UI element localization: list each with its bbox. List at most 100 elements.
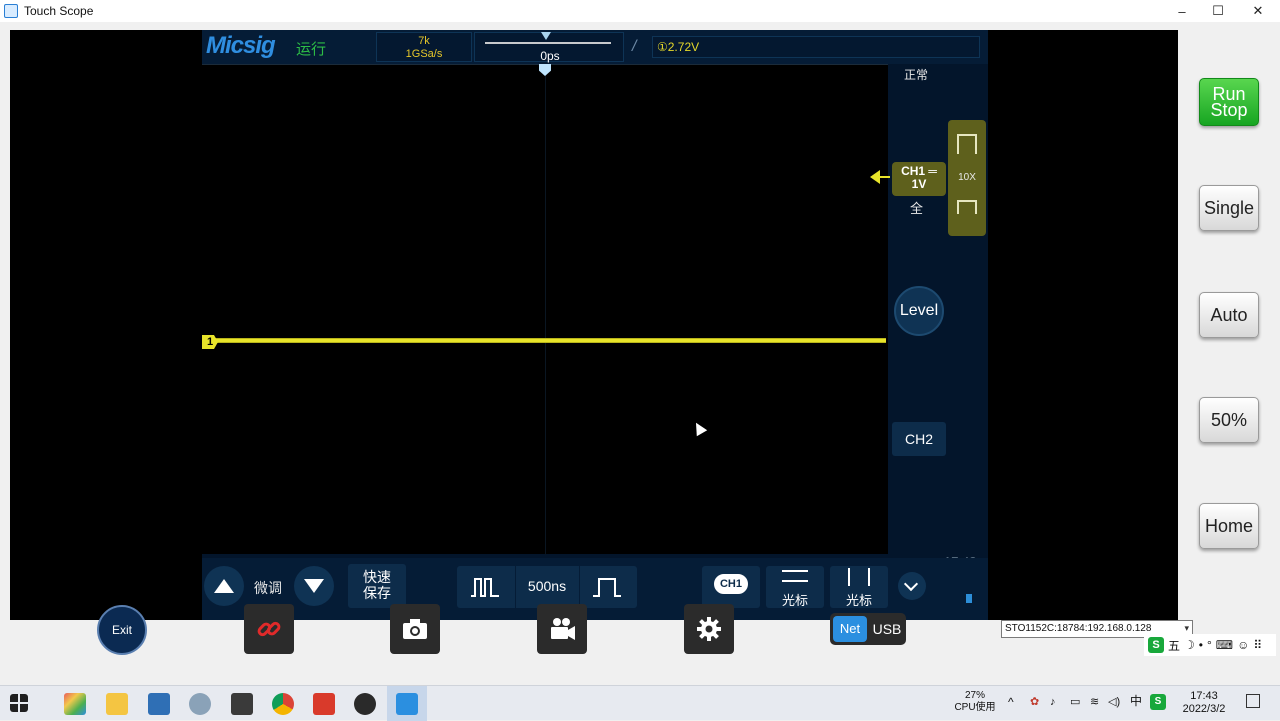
run-stop-button[interactable]: Run Stop (1199, 78, 1259, 126)
horizontal-cursor-button[interactable]: 光标 (766, 566, 824, 608)
position-marker-icon (541, 32, 551, 40)
fullwidth-icon[interactable]: ° (1207, 638, 1212, 652)
timebase-decrease-icon[interactable] (471, 577, 499, 597)
volume-icon[interactable]: ◁) (1108, 696, 1120, 708)
trigger-slope-icon[interactable]: / (632, 38, 636, 56)
run-state[interactable]: 运行 (296, 38, 326, 59)
battery-tray-icon[interactable]: ▭ (1070, 696, 1080, 708)
notification-icon[interactable] (1246, 694, 1260, 708)
shuffle-app-icon[interactable] (231, 693, 253, 715)
acquisition-info[interactable]: 7k 1GSa/s (376, 32, 472, 62)
disconnect-button[interactable] (244, 604, 294, 654)
tray-app-icon[interactable]: ✿ (1030, 696, 1039, 708)
brand-logo: Micsig (206, 32, 276, 59)
clock-time: 17:43 (1190, 690, 1218, 702)
net-option[interactable]: Net (833, 616, 867, 642)
channel-panel: 正常 CH1 ═ 1V 全 10X Level CH2 17:43 (870, 64, 988, 569)
grid-menu-icon[interactable]: ⠿ (1253, 638, 1262, 652)
vertical-cursor-button[interactable]: 光标 (830, 566, 888, 608)
windows-start-icon[interactable] (10, 694, 28, 712)
punctuation-icon[interactable]: • (1199, 638, 1203, 652)
taskbar-active-app[interactable] (387, 686, 427, 721)
ch2-button[interactable]: CH2 (892, 422, 946, 456)
vertical-cursor-label: 光标 (845, 593, 872, 608)
sogou-ime-icon[interactable]: S (1148, 637, 1164, 653)
home-button[interactable]: Home (1199, 503, 1259, 549)
file-explorer-icon[interactable] (106, 693, 128, 715)
connection-toggle: Net USB (830, 613, 906, 645)
maximize-button[interactable]: ☐ (1198, 0, 1238, 22)
emoji-icon[interactable]: ☺ (1237, 638, 1249, 652)
video-camera-icon (551, 618, 575, 640)
microphone-icon[interactable]: ♪ (1050, 696, 1056, 708)
fine-down-button[interactable] (294, 566, 334, 606)
cpu-usage: 27% CPU使用 (950, 690, 1000, 714)
ch1-offset-marker[interactable]: 1 (202, 335, 218, 349)
sogou-tray-icon[interactable]: S (1150, 694, 1166, 710)
pulse-down-icon[interactable] (957, 200, 977, 214)
center-gridline (545, 65, 546, 555)
taskbar-clock[interactable]: 17:43 2022/3/2 (1176, 690, 1232, 716)
auto-button[interactable]: Auto (1199, 292, 1259, 338)
waveform-display[interactable]: 1 (202, 64, 888, 555)
ch1-select-button[interactable]: CH1 (702, 566, 760, 608)
horizontal-position[interactable]: 0ps (474, 32, 624, 63)
photos-app-icon[interactable] (64, 693, 86, 715)
gear-icon (697, 617, 721, 641)
more-menu-button[interactable] (898, 572, 926, 600)
touch-scope-icon (396, 693, 418, 715)
app-icon-4[interactable] (189, 693, 211, 715)
ime-toolbar: S 五 ☽ • ° ⌨ ☺ ⠿ (1144, 634, 1276, 656)
tray-expand-icon[interactable]: ^ (1008, 696, 1014, 708)
trigger-mode[interactable]: 正常 (904, 66, 928, 83)
input-language[interactable]: 中 (1130, 695, 1142, 707)
exit-button[interactable]: Exit (97, 605, 147, 655)
ch1-coupling-icon: ═ (928, 164, 937, 178)
chrome-icon[interactable] (272, 693, 294, 715)
usb-option[interactable]: USB (870, 616, 904, 642)
scope-bottombar: 微调 快速 保存 500ns CH1 光标 光标 (202, 558, 988, 620)
camera-icon (403, 619, 427, 639)
scope-topbar: Micsig 运行 7k 1GSa/s 0ps / ①2.72V (202, 30, 988, 64)
record-button[interactable] (537, 604, 587, 654)
device-select-value: STO1152C:18784:192.168.0.128 (1005, 623, 1152, 634)
chevron-down-icon: ▾ (1184, 623, 1189, 633)
windows-taskbar: 27% CPU使用 ^ ✿ ♪ ▭ ≋ ◁) 中 S 17:43 2022/3/… (0, 685, 1280, 721)
horizontal-position-value: 0ps (540, 49, 560, 63)
quick-save-button[interactable]: 快速 保存 (348, 564, 406, 608)
single-button[interactable]: Single (1199, 185, 1259, 231)
wps-icon[interactable] (313, 693, 335, 715)
fine-adjust-label: 微调 (254, 580, 282, 596)
timebase-value[interactable]: 500ns (515, 578, 579, 594)
fine-up-button[interactable] (204, 566, 244, 606)
close-button[interactable]: ✕ (1238, 0, 1278, 22)
timebase-increase-icon[interactable] (593, 577, 621, 597)
keyboard-icon[interactable]: ⌨ (1216, 638, 1233, 652)
trigger-level-line (880, 176, 890, 178)
quick-save-line2: 保存 (363, 585, 391, 601)
fifty-percent-button[interactable]: 50% (1199, 397, 1259, 443)
level-button[interactable]: Level (894, 286, 944, 336)
trigger-level-arrow-icon[interactable] (870, 170, 880, 184)
pulse-up-icon[interactable] (957, 134, 977, 154)
this-pc-icon[interactable] (148, 693, 170, 715)
screenshot-button[interactable] (390, 604, 440, 654)
minimize-button[interactable]: – (1162, 0, 1202, 22)
timebase-control: 500ns (457, 566, 637, 608)
position-bar (485, 42, 611, 44)
moon-icon[interactable]: ☽ (1184, 638, 1195, 652)
app-content: Micsig 运行 7k 1GSa/s 0ps / ①2.72V 1 正常 CH… (0, 22, 1280, 685)
probe-ratio-panel[interactable]: 10X (948, 120, 986, 236)
chevron-down-icon (903, 576, 919, 592)
obs-icon[interactable] (354, 693, 376, 715)
horizontal-cursor-icon (782, 570, 808, 582)
ch1-settings-button[interactable]: CH1 ═ 1V (892, 162, 946, 196)
wifi-icon[interactable]: ≋ (1090, 696, 1099, 708)
stop-label: Stop (1210, 100, 1248, 120)
settings-button[interactable] (684, 604, 734, 654)
ime-wubi-mode[interactable]: 五 (1168, 637, 1180, 654)
divider (579, 566, 580, 608)
cpu-percent: 27% (964, 690, 985, 701)
scope-screen: Micsig 运行 7k 1GSa/s 0ps / ①2.72V 1 正常 CH… (10, 30, 1178, 620)
trigger-info[interactable]: ①2.72V (652, 36, 980, 58)
